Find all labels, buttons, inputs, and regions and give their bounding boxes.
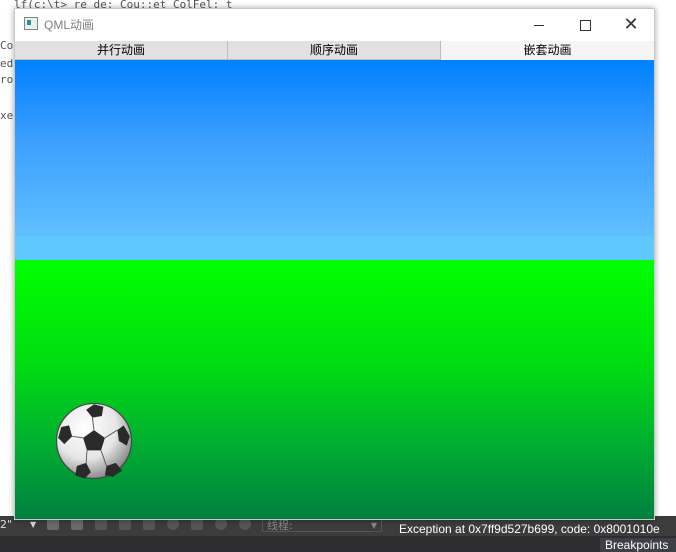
tab-sequential-animation[interactable]: 顺序动画 [228, 41, 441, 60]
bottom-panel-strip [0, 536, 676, 552]
soccer-ball-icon [55, 402, 133, 480]
animation-scene [15, 60, 654, 519]
minimize-icon [534, 25, 544, 26]
background-code-editor: Co ed ro xe [0, 0, 14, 520]
code-fragment: xe [0, 109, 14, 122]
tab-nested-animation[interactable]: 嵌套动画 [441, 41, 654, 60]
title-bar[interactable]: QML动画 ✕ [15, 9, 654, 40]
tab-bar: 并行动画 顺序动画 嵌套动画 [15, 41, 654, 60]
sky [15, 60, 654, 260]
maximize-button[interactable] [562, 9, 608, 40]
grass-ground [15, 260, 654, 519]
sky-horizon-band [15, 236, 654, 260]
maximize-icon [579, 20, 591, 31]
app-window-icon [24, 17, 38, 30]
close-icon: ✕ [623, 14, 639, 35]
code-fragment: ed [0, 57, 14, 70]
debug-status-message: Exception at 0x7ff9d527b699, code: 0x800… [399, 522, 660, 536]
window-title: QML动画 [44, 18, 95, 32]
thread-select-label: 线程: [267, 519, 293, 532]
config-select-value: 2" [0, 518, 13, 531]
code-fragment: ro [0, 73, 14, 86]
chevron-down-icon: ▼ [370, 521, 377, 530]
code-fragment: Co [0, 39, 14, 52]
qml-app-window: QML动画 ✕ 并行动画 顺序动画 嵌套动画 [14, 8, 655, 520]
tab-parallel-animation[interactable]: 并行动画 [15, 41, 228, 60]
breakpoints-tab[interactable]: Breakpoints [600, 538, 676, 552]
close-button[interactable]: ✕ [608, 9, 654, 40]
minimize-button[interactable] [516, 9, 562, 40]
